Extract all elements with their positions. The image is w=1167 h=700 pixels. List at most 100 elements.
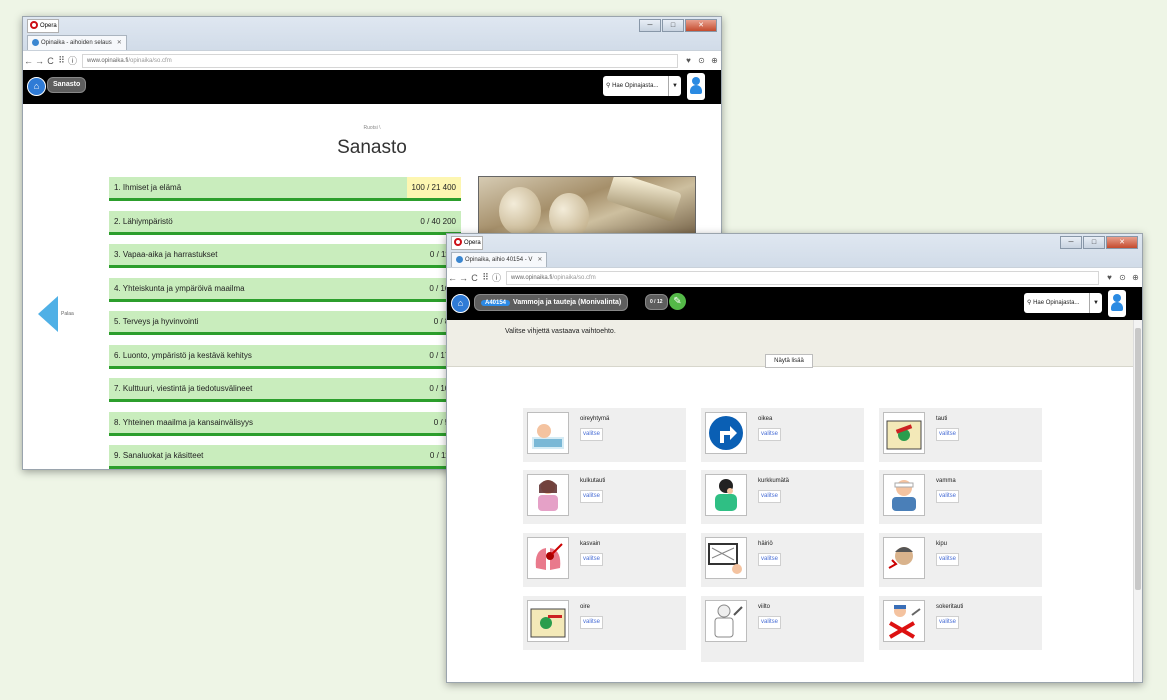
category-label: 6. Luonto, ympäristö ja kestävä kehitys xyxy=(114,350,252,360)
category-row[interactable]: 7. Kulttuuri, viestintä ja tiedotusvälin… xyxy=(109,378,461,402)
address-bar: ← → C ⠿ ⓘ www.opinaika.fi/opinaika/so.cf… xyxy=(447,267,1142,287)
download-icon[interactable]: ⊙ xyxy=(695,56,708,65)
account-icon[interactable]: ⊕ xyxy=(708,56,721,65)
instruction-text: Valitse vihjettä vastaava vaihtoehto. xyxy=(505,328,616,335)
speed-dial-icon[interactable]: ⠿ xyxy=(480,272,491,283)
search-box[interactable]: ⚲ Hae Opinajasta... ▼ xyxy=(603,76,681,96)
download-icon[interactable]: ⊙ xyxy=(1116,273,1129,282)
category-row[interactable]: 4. Yhteiskunta ja ympäröivä maailma 0 / 1… xyxy=(109,277,461,302)
site-info-icon[interactable]: ⓘ xyxy=(67,54,78,67)
scrollbar-thumb[interactable] xyxy=(1135,328,1141,590)
tab-opinaika-selaus[interactable]: Opinaika - aihoiden selaus ✕ xyxy=(27,35,127,50)
choose-button[interactable]: valitse xyxy=(758,490,782,503)
sick-person-in-bed-icon xyxy=(527,412,569,454)
wrench-icon[interactable]: ✎ xyxy=(669,293,686,310)
instruction-panel: Valitse vihjettä vastaava vaihtoehto. Nä… xyxy=(447,320,1134,368)
forward-arrow-icon[interactable]: → xyxy=(34,56,45,66)
search-input[interactable]: Hae Opinajasta... xyxy=(612,83,658,89)
forward-arrow-icon[interactable]: → xyxy=(458,273,469,283)
search-input[interactable]: Hae Opinajasta... xyxy=(1033,300,1079,306)
reload-icon[interactable]: C xyxy=(469,273,480,283)
category-row[interactable]: 3. Vapaa-aika ja harrastukset 0 / 11 2 xyxy=(109,244,461,268)
category-label: 9. Sanaluokat ja käsitteet xyxy=(114,451,204,460)
choose-button[interactable]: valitse xyxy=(758,616,782,629)
answer-card: oireyhtymä valitse xyxy=(523,408,686,462)
back-arrow-icon[interactable] xyxy=(38,296,58,332)
url-field[interactable]: www.opinaika.fi/opinaika/so.cfm xyxy=(506,270,1099,285)
site-info-icon[interactable]: ⓘ xyxy=(491,271,502,284)
url-field[interactable]: www.opinaika.fi/opinaika/so.cfm xyxy=(82,53,678,68)
category-row[interactable]: 5. Terveys ja hyvinvointi 0 / 8 8 xyxy=(109,311,461,335)
category-row[interactable]: 2. Lähiympäristö 0 / 40 200 xyxy=(109,210,461,235)
category-row[interactable]: 9. Sanaluokat ja käsitteet 0 / 11 4 xyxy=(109,445,461,469)
lungs-tumor-icon xyxy=(527,537,569,579)
category-row[interactable]: 6. Luonto, ympäristö ja kestävä kehitys 0… xyxy=(109,344,461,369)
choose-button[interactable]: valitse xyxy=(936,553,960,566)
search-box[interactable]: ⚲ Hae Opinajasta... ▼ xyxy=(1024,293,1102,313)
choose-button[interactable]: valitse xyxy=(580,553,604,566)
category-row[interactable]: 1. Ihmiset ja elämä 100 / 21 400 xyxy=(109,177,461,201)
headache-icon xyxy=(883,537,925,579)
category-label: 1. Ihmiset ja elämä xyxy=(114,183,182,192)
site-favicon-icon xyxy=(32,38,39,46)
tab-close-icon[interactable]: ✕ xyxy=(117,40,122,46)
answer-card: oikea valitse xyxy=(701,408,864,462)
chevron-down-icon[interactable]: ▼ xyxy=(668,76,681,96)
back-label[interactable]: Palaa xyxy=(61,311,74,317)
home-icon[interactable]: ⌂ xyxy=(27,77,46,96)
back-arrow-icon[interactable]: ← xyxy=(447,273,458,283)
tab-close-icon[interactable]: ✕ xyxy=(537,257,542,263)
close-window-button[interactable]: ✕ xyxy=(685,19,717,32)
speed-dial-icon[interactable]: ⠿ xyxy=(56,55,67,66)
answer-card: sokeritauti valitse xyxy=(879,596,1042,650)
back-arrow-icon[interactable]: ← xyxy=(23,56,34,66)
minimize-button[interactable]: ─ xyxy=(1060,236,1082,249)
maximize-button[interactable]: □ xyxy=(1083,236,1105,249)
close-window-button[interactable]: ✕ xyxy=(1106,236,1138,249)
choose-button[interactable]: valitse xyxy=(936,490,960,503)
account-icon[interactable]: ⊕ xyxy=(1129,273,1142,282)
opera-logo-icon xyxy=(30,21,38,29)
answer-word: oikea xyxy=(758,416,773,422)
choose-button[interactable]: valitse xyxy=(580,490,604,503)
answer-word: kulkutauti xyxy=(580,478,606,484)
window-controls: ─ □ ✕ xyxy=(639,19,717,32)
maximize-button[interactable]: □ xyxy=(662,19,684,32)
answer-word: kurkkumätä xyxy=(758,478,790,484)
exercise-code-badge: A40154 xyxy=(481,300,511,306)
answer-word: tauti xyxy=(936,416,948,422)
answer-card: kasvain valitse xyxy=(523,533,686,587)
heart-icon[interactable]: ♥ xyxy=(1103,273,1116,282)
choose-button[interactable]: valitse xyxy=(936,616,960,629)
tab-opinaika-aihio[interactable]: Opinaika, aihio 40154 - V ✕ xyxy=(451,252,548,267)
exercise-crumb[interactable]: A40154 Vammoja ja tauteja (Monivalinta) xyxy=(474,294,629,311)
diabetes-icon xyxy=(883,600,925,642)
opera-menu-button[interactable]: Opera xyxy=(27,19,59,33)
home-icon[interactable]: ⌂ xyxy=(451,294,470,313)
show-more-button[interactable]: Näytä lisää xyxy=(765,354,813,368)
opera-menu-button[interactable]: Opera xyxy=(451,236,483,250)
nav-crumb-sanasto[interactable]: Sanasto xyxy=(47,77,87,93)
choose-button[interactable]: valitse xyxy=(580,428,604,441)
choose-button[interactable]: valitse xyxy=(936,428,960,441)
category-row[interactable]: 8. Yhteinen maailma ja kansainvälisyys 0 … xyxy=(109,411,461,436)
app-header: ⌂ Sanasto ⚲ Hae Opinajasta... ▼ xyxy=(23,70,721,104)
heart-icon[interactable]: ♥ xyxy=(682,56,695,65)
choose-button[interactable]: valitse xyxy=(758,553,782,566)
choose-button[interactable]: valitse xyxy=(758,428,782,441)
coughing-woman-icon xyxy=(705,474,747,516)
minimize-button[interactable]: ─ xyxy=(639,19,661,32)
answer-word: sokeritauti xyxy=(936,604,964,610)
answer-word: kipu xyxy=(936,541,948,547)
user-avatar-button[interactable] xyxy=(1108,290,1126,317)
reload-icon[interactable]: C xyxy=(45,56,56,66)
answer-card: häiriö valitse xyxy=(701,533,864,587)
user-avatar-button[interactable] xyxy=(687,73,705,100)
answer-word: viilto xyxy=(758,604,771,610)
choose-button[interactable]: valitse xyxy=(580,616,604,629)
category-count: 0 / 40 200 xyxy=(420,216,456,226)
category-count: 100 / 21 400 xyxy=(406,177,461,198)
scrollbar[interactable] xyxy=(1133,320,1142,682)
category-label: 3. Vapaa-aika ja harrastukset xyxy=(114,250,218,259)
chevron-down-icon[interactable]: ▼ xyxy=(1089,293,1102,313)
